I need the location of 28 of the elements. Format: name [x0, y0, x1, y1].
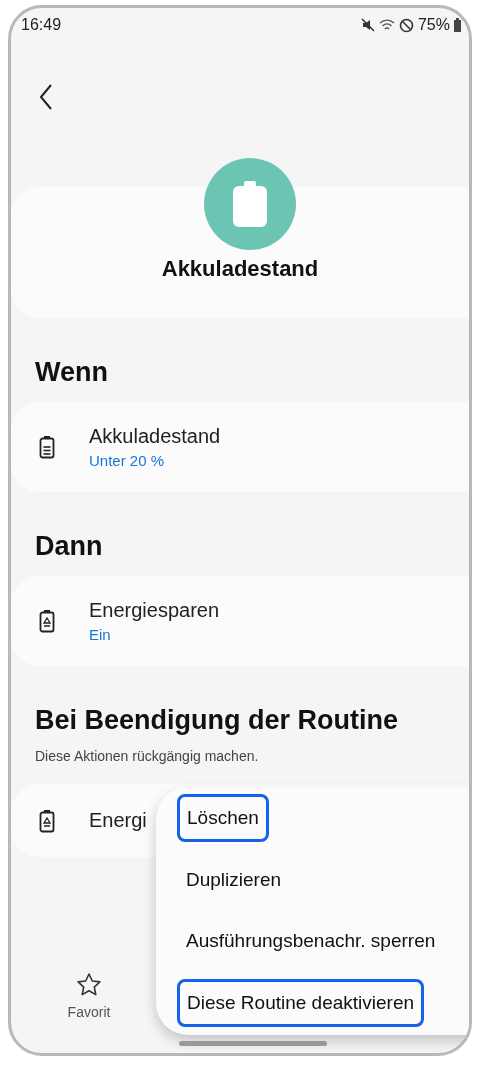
- back-button[interactable]: [37, 82, 55, 112]
- section-subtitle: Diese Aktionen rückgängig machen.: [35, 748, 260, 764]
- battery-recycle-icon: [39, 808, 55, 833]
- battery-icon: [39, 435, 55, 459]
- mute-icon: [360, 18, 375, 32]
- section-heading: Bei Beendigung der Routine: [35, 704, 399, 736]
- item-title: Akkuladestand: [89, 425, 221, 448]
- menu-item[interactable]: Löschen: [177, 794, 269, 842]
- section-heading: Wenn: [35, 356, 109, 388]
- battery-percent: 75%: [417, 16, 450, 34]
- status-time: 16:49: [21, 16, 62, 34]
- menu-item[interactable]: Duplizieren: [177, 857, 291, 903]
- menu-item[interactable]: Diese Routine deaktivieren: [177, 979, 425, 1027]
- wifi-icon: [378, 18, 395, 32]
- favorite-button[interactable]: Favorit: [59, 972, 119, 1020]
- star-icon: [76, 972, 102, 998]
- condition-item[interactable]: Akkuladestand Unter 20 %: [11, 402, 469, 492]
- item-title: Energi: [89, 809, 147, 832]
- routine-title: Akkuladestand: [161, 256, 319, 282]
- battery-icon: [454, 18, 461, 32]
- item-value: Unter 20 %: [89, 452, 166, 469]
- blocked-icon: [398, 17, 414, 33]
- item-title: Energiesparen: [89, 599, 220, 622]
- menu-item[interactable]: Ausführungsbenachr. sperren: [177, 918, 445, 964]
- section-heading: Dann: [35, 530, 104, 562]
- battery-recycle-icon: [39, 609, 55, 633]
- item-value: Ein: [89, 626, 112, 643]
- condition-item[interactable]: Energiesparen Ein: [11, 576, 469, 666]
